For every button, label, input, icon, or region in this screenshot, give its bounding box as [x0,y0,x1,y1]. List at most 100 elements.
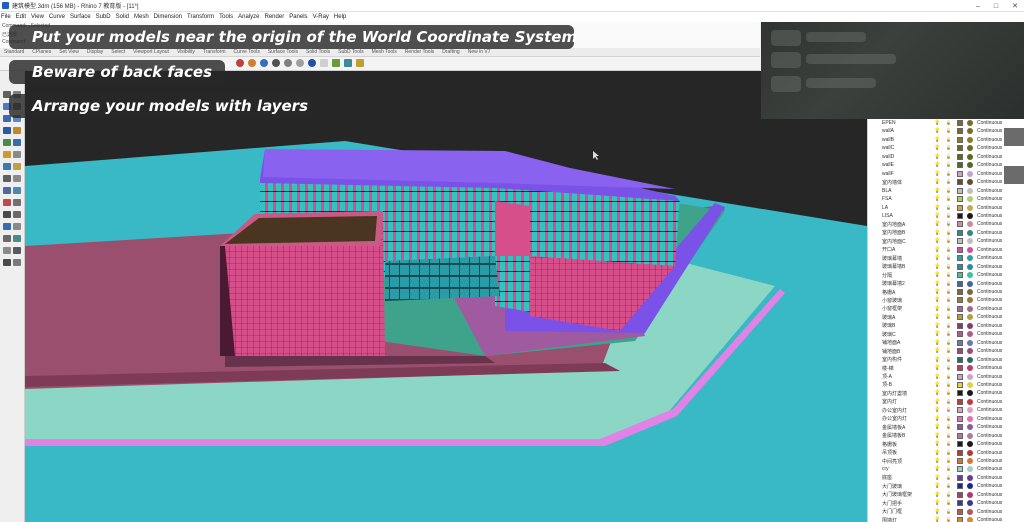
render-icon[interactable] [236,59,244,67]
layer-color-swatch[interactable] [957,441,963,448]
lock-icon[interactable]: 🔓 [946,381,951,389]
menu-curve[interactable]: Curve [49,14,65,20]
material-sphere-icon[interactable] [967,170,973,177]
trim-icon[interactable] [13,175,21,182]
layer-row[interactable]: 小窗框架 💡 🔓 Continuous [868,305,1024,313]
visibility-bulb-icon[interactable]: 💡 [934,474,940,482]
snapshot-icon[interactable] [332,59,340,67]
lock-icon[interactable]: 🔓 [946,474,951,482]
layer-color-swatch[interactable] [957,196,963,203]
visibility-bulb-icon[interactable]: 💡 [934,516,940,522]
lock-icon[interactable]: 🔓 [946,465,951,473]
material-sphere-icon[interactable] [967,196,973,203]
visibility-bulb-icon[interactable]: 💡 [934,204,940,212]
layer-row[interactable]: 格栅A 💡 🔓 Continuous [868,288,1024,296]
mesh-icon[interactable] [3,163,11,170]
visibility-bulb-icon[interactable]: 💡 [934,322,940,330]
sphere-icon[interactable] [260,59,268,67]
layer-color-swatch[interactable] [957,365,963,372]
visibility-bulb-icon[interactable]: 💡 [934,491,940,499]
menu-tools[interactable]: Tools [219,14,233,20]
copy-icon[interactable] [3,211,11,218]
material-sphere-icon[interactable] [967,221,973,228]
hatch-icon[interactable] [3,259,11,266]
material-icon[interactable] [248,59,256,67]
layer-row[interactable]: 大门门框 💡 🔓 Continuous [868,508,1024,516]
box-icon[interactable] [3,151,11,158]
layer-color-swatch[interactable] [957,466,963,473]
linetype-label[interactable]: Continuous [977,272,1002,278]
layer-name[interactable]: 室内灯 [882,398,897,405]
lock-icon[interactable]: 🔓 [946,254,951,262]
linetype-label[interactable]: Continuous [977,475,1002,481]
linetype-label[interactable]: Continuous [977,281,1002,287]
material-sphere-icon[interactable] [967,204,973,211]
lock-icon[interactable]: 🔓 [946,153,951,161]
layer-name[interactable]: 室内地面C [882,238,906,245]
layer-row[interactable]: 顶-B 💡 🔓 Continuous [868,381,1024,389]
scale-icon[interactable] [3,223,11,230]
linetype-label[interactable]: Continuous [977,213,1002,219]
material-sphere-icon[interactable] [967,229,973,236]
linetype-label[interactable]: Continuous [977,382,1002,388]
layer-row[interactable]: 顶-A 💡 🔓 Continuous [868,373,1024,381]
layer-color-swatch[interactable] [957,508,963,515]
material-sphere-icon[interactable] [967,424,973,431]
linetype-label[interactable]: Continuous [977,247,1002,253]
tab-drafting[interactable]: Drafting [442,49,460,55]
visibility-bulb-icon[interactable]: 💡 [934,246,940,254]
visibility-bulb-icon[interactable]: 💡 [934,482,940,490]
maximize-button[interactable]: □ [994,3,998,10]
visibility-bulb-icon[interactable]: 💡 [934,263,940,271]
layer-name[interactable]: 室内地面A [882,221,905,228]
visibility-bulb-icon[interactable]: 💡 [934,398,940,406]
layer-color-swatch[interactable] [957,432,963,439]
lock-icon[interactable]: 🔓 [946,161,951,169]
layer-name[interactable]: LA [882,205,888,211]
material-sphere-icon[interactable] [967,187,973,194]
linetype-label[interactable]: Continuous [977,188,1002,194]
layer-row[interactable]: 玻璃C 💡 🔓 Continuous [868,330,1024,338]
material-sphere-icon[interactable] [967,153,973,160]
layer-name[interactable]: 大门门框 [882,508,902,515]
visibility-bulb-icon[interactable]: 💡 [934,415,940,423]
menu-mesh[interactable]: Mesh [134,14,149,20]
layer-row[interactable]: 开口A 💡 🔓 Continuous [868,246,1024,254]
material-sphere-icon[interactable] [967,517,973,522]
lock-icon[interactable]: 🔓 [946,364,951,372]
material-sphere-icon[interactable] [967,297,973,304]
edge-tab[interactable] [1004,128,1024,146]
linetype-label[interactable]: Continuous [977,137,1002,143]
visibility-bulb-icon[interactable]: 💡 [934,296,940,304]
layer-color-swatch[interactable] [957,305,963,312]
lock-icon[interactable]: 🔓 [946,457,951,465]
menu-analyze[interactable]: Analyze [238,14,259,20]
lock-icon[interactable]: 🔓 [946,432,951,440]
linetype-label[interactable]: Continuous [977,230,1002,236]
lock-icon[interactable]: 🔓 [946,246,951,254]
visibility-bulb-icon[interactable]: 💡 [934,161,940,169]
layer-name[interactable]: cry [882,466,889,472]
layer-row[interactable]: 大门玻璃框架 💡 🔓 Continuous [868,491,1024,499]
lock-icon[interactable]: 🔓 [946,237,951,245]
layer-row[interactable]: 铺地面A 💡 🔓 Continuous [868,339,1024,347]
split-icon[interactable] [3,187,11,194]
linetype-label[interactable]: Continuous [977,221,1002,227]
layer-color-swatch[interactable] [957,322,963,329]
material-sphere-icon[interactable] [967,145,973,152]
material-sphere-icon[interactable] [967,120,973,126]
visibility-bulb-icon[interactable]: 💡 [934,136,940,144]
linetype-label[interactable]: Continuous [977,450,1002,456]
material-sphere-icon[interactable] [967,322,973,329]
linetype-label[interactable]: Continuous [977,331,1002,337]
layer-name[interactable]: 铺地面A [882,339,900,346]
layer-row[interactable]: 办公室内灯 💡 🔓 Continuous [868,406,1024,414]
layer-row[interactable]: 玻璃A 💡 🔓 Continuous [868,313,1024,321]
visibility-bulb-icon[interactable]: 💡 [934,271,940,279]
lock-icon[interactable]: 🔓 [946,499,951,507]
material-sphere-icon[interactable] [967,381,973,388]
linetype-label[interactable]: Continuous [977,289,1002,295]
lock-icon[interactable]: 🔓 [946,347,951,355]
material-sphere-icon[interactable] [967,491,973,498]
layer-name[interactable]: BLA [882,188,891,194]
